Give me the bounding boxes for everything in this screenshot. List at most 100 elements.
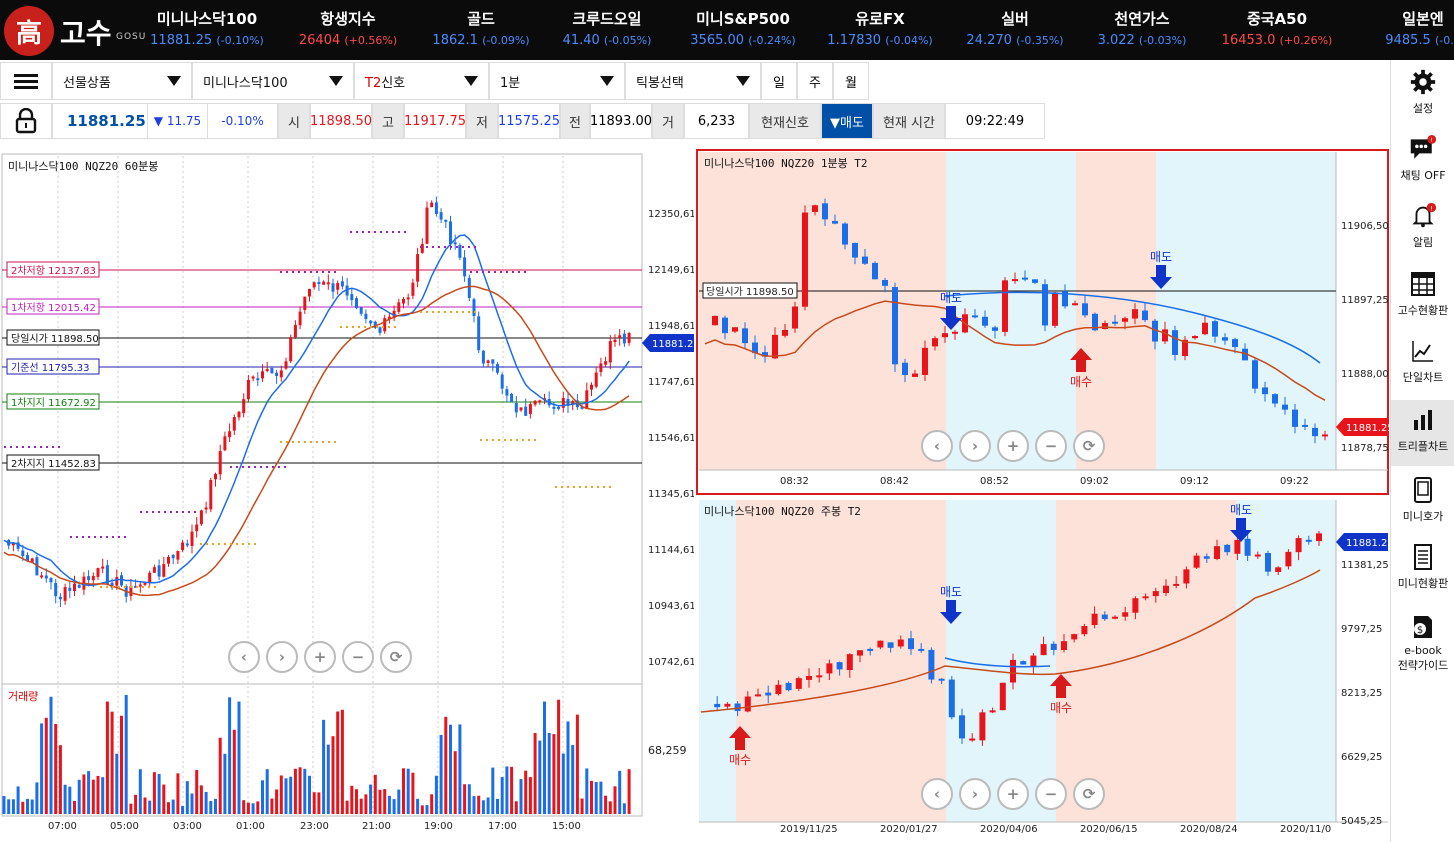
ticker-value: 26404 xyxy=(298,33,341,48)
x-axis-tick: 09:12 xyxy=(1180,476,1209,487)
candle-body xyxy=(714,703,721,708)
session-band-blue xyxy=(1156,152,1336,470)
volume-bar xyxy=(444,716,448,814)
sidebar-item-settings[interactable]: 설정 xyxy=(1391,68,1454,116)
period-day-button[interactable]: 일 xyxy=(761,62,797,100)
chart-60min[interactable]: 2차저항 12137.83 1차저항 12015.42 당일시가 11898.50 기… xyxy=(0,152,694,842)
volume-bar xyxy=(293,768,297,814)
sidebar-item-triple-chart[interactable]: 트리플차트 xyxy=(1391,400,1454,466)
candle-body xyxy=(806,675,812,680)
zoom-in-icon[interactable]: + xyxy=(304,641,336,673)
interval-select[interactable]: 1분 xyxy=(489,62,625,100)
zoom-out-icon[interactable]: − xyxy=(1035,430,1067,462)
period-month-button[interactable]: 월 xyxy=(833,62,869,100)
ticker-item[interactable]: 크루드오일 41.40 (-0.05%) xyxy=(537,8,677,48)
candle-body xyxy=(336,283,340,290)
candle-body xyxy=(148,572,152,583)
candle-body xyxy=(742,328,748,344)
price-tag-label: 11881.25 xyxy=(652,339,694,350)
sidebar-item-gosu-board[interactable]: 고수현황판 xyxy=(1391,270,1454,318)
candle-body xyxy=(594,372,598,387)
scroll-left-icon[interactable]: ‹ xyxy=(921,778,953,810)
signal-select[interactable]: T2신호 xyxy=(354,62,489,100)
symbol-select[interactable]: 미니나스닥100 xyxy=(192,62,354,100)
candle-body xyxy=(167,556,170,564)
ticker-item[interactable]: 유로FX 1.17830 (-0.04%) xyxy=(810,8,950,48)
ticker-value-row: 11881.25 (-0.10%) xyxy=(137,33,277,48)
ticker-change: (-0.09%) xyxy=(482,34,530,47)
candle-body xyxy=(942,333,948,338)
candle-body xyxy=(585,390,589,409)
sidebar-item-mini-quote[interactable]: 미니호가 xyxy=(1391,476,1454,524)
ticker-item[interactable]: 항생지수 26404 (+0.56%) xyxy=(278,8,418,48)
chart-type-select[interactable]: 틱봉선택 xyxy=(625,62,761,100)
signal-label: 현재신호 xyxy=(749,103,821,139)
volume-bar xyxy=(472,796,476,814)
candle-body xyxy=(463,257,467,277)
candle-body xyxy=(1214,546,1220,559)
ticker-item[interactable]: 중국A50 16453.0 (+0.26%) xyxy=(1207,8,1347,48)
ticker-item[interactable]: 골드 1862.1 (-0.09%) xyxy=(411,8,551,48)
sidebar-item-mini-board[interactable]: 미니현황판 xyxy=(1391,543,1454,591)
ticker-change: (+0.56%) xyxy=(344,34,398,47)
volume-bar xyxy=(326,744,330,814)
refresh-icon[interactable]: ⟳ xyxy=(1073,430,1105,462)
lock-icon[interactable] xyxy=(0,103,52,139)
volume-bar xyxy=(618,770,622,814)
right-sidebar: 설정 ! 채팅 OFF ! 알림 고수현황판 단일차트 트리플차트 미니호가 미… xyxy=(1390,60,1454,842)
candle-body xyxy=(1173,583,1180,586)
sidebar-item-chat[interactable]: ! 채팅 OFF xyxy=(1391,135,1454,183)
zoom-out-icon[interactable]: − xyxy=(342,641,374,673)
refresh-icon[interactable]: ⟳ xyxy=(1073,778,1105,810)
candle-body xyxy=(265,369,269,372)
scroll-left-icon[interactable]: ‹ xyxy=(921,430,953,462)
ticker-name: 천연가스 xyxy=(1114,10,1170,28)
ticker-name: 유로FX xyxy=(855,10,905,28)
sidebar-item-alerts[interactable]: ! 알림 xyxy=(1391,202,1454,250)
product-select[interactable]: 선물상품 xyxy=(52,62,192,100)
ticker-item[interactable]: 천연가스 3.022 (-0.03%) xyxy=(1072,8,1212,48)
candle-body xyxy=(867,648,874,651)
sell-signal-label: 매도 xyxy=(940,291,962,305)
scroll-right-icon[interactable]: › xyxy=(959,778,991,810)
zoom-out-icon[interactable]: − xyxy=(1035,778,1067,810)
candle-body xyxy=(308,288,311,297)
level-label: 1차저항 12015.42 xyxy=(11,302,96,314)
low-value: 11575.25 xyxy=(498,103,560,139)
zoom-in-icon[interactable]: + xyxy=(997,778,1029,810)
ticker-item[interactable]: 미니S&P500 3565.00 (-0.24%) xyxy=(673,8,813,48)
candle-body xyxy=(289,337,293,362)
volume-bar xyxy=(232,729,236,814)
candle-body xyxy=(627,333,631,343)
zoom-in-icon[interactable]: + xyxy=(997,430,1029,462)
logo-icon[interactable]: 高 xyxy=(4,6,54,56)
sidebar-item-ebook[interactable]: $ e-book 전략가이드 xyxy=(1391,612,1454,673)
period-week-button[interactable]: 주 xyxy=(797,62,833,100)
hamburger-menu-icon[interactable] xyxy=(0,62,52,100)
scroll-right-icon[interactable]: › xyxy=(266,641,298,673)
toolbar-selectors: 선물상품 미니나스닥100 T2신호 1분 틱봉선택 일 주 월 xyxy=(0,62,869,100)
candle-body xyxy=(822,203,828,220)
sell-signal-label: 매도 xyxy=(940,585,962,599)
logo-text[interactable]: 고수 xyxy=(60,12,112,52)
candle-body xyxy=(1193,555,1200,568)
candle-body xyxy=(91,575,95,581)
ticker-item[interactable]: 일본엔 9485.5 (-0.1 xyxy=(1353,8,1454,48)
volume-bar xyxy=(350,785,354,814)
interval-select-label: 1분 xyxy=(500,75,521,91)
volume-label: 거래량 xyxy=(8,690,38,703)
scroll-right-icon[interactable]: › xyxy=(959,430,991,462)
candle-body xyxy=(1102,322,1108,330)
sidebar-item-single-chart[interactable]: 단일차트 xyxy=(1391,337,1454,385)
candle-body xyxy=(1030,655,1037,667)
volume-bar xyxy=(261,780,264,814)
ticker-item[interactable]: 미니나스닥100 11881.25 (-0.10%) xyxy=(137,8,277,48)
refresh-icon[interactable]: ⟳ xyxy=(380,641,412,673)
y-axis-tick: 10943,61 xyxy=(648,601,694,612)
scroll-left-icon[interactable]: ‹ xyxy=(228,641,260,673)
ticker-item[interactable]: 실버 24.270 (-0.35%) xyxy=(945,8,1085,48)
candle-body xyxy=(792,306,798,329)
y-axis-tick: 8213,25 xyxy=(1341,688,1382,699)
candle-body xyxy=(1232,339,1238,347)
volume-bar xyxy=(7,799,11,814)
